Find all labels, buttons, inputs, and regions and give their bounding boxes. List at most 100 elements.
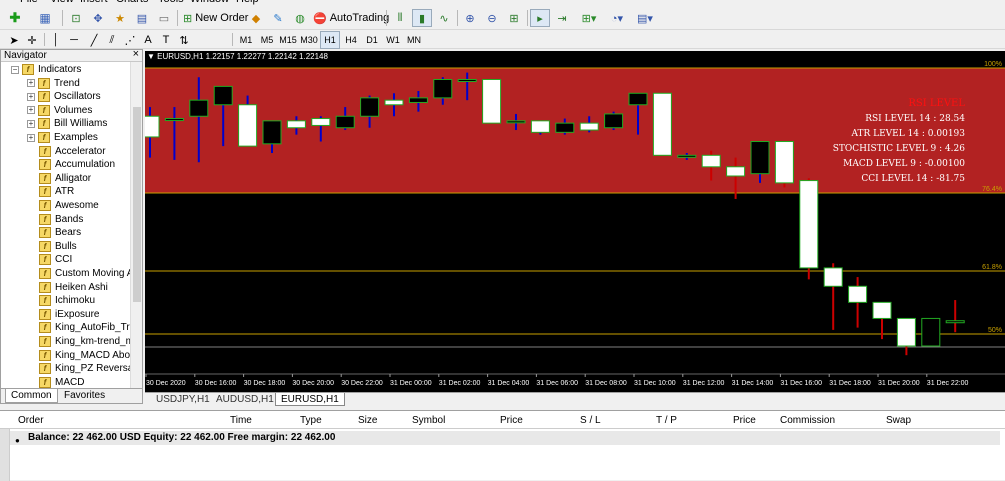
cursor-icon[interactable]: ➤ — [6, 31, 22, 49]
data-window-icon[interactable]: ✥ — [88, 9, 108, 27]
vertical-line-icon[interactable]: │ — [48, 31, 64, 49]
timeframe-d1-button[interactable]: D1 — [362, 31, 382, 49]
timeframe-h4-button[interactable]: H4 — [341, 31, 361, 49]
column-header-price[interactable]: Price — [500, 415, 523, 426]
candlesticks-icon[interactable]: ▮ — [412, 9, 432, 27]
horizontal-line-icon[interactable]: ─ — [66, 31, 82, 49]
expand-icon[interactable]: + — [27, 79, 35, 88]
chart-window[interactable]: 100% 76.4% 61.8% 50% 30 Dec 2020 30 Dec 16:00… — [145, 51, 1005, 392]
market-watch-icon[interactable]: ⊡ — [66, 9, 86, 27]
menu-window[interactable]: Window — [190, 0, 229, 5]
tree-item-bulls[interactable]: f Bulls — [39, 240, 77, 253]
new-chart-icon[interactable]: ✚ — [4, 9, 26, 27]
tree-item-alligator[interactable]: f Alligator — [39, 172, 91, 185]
menu-help[interactable]: Help — [236, 0, 259, 5]
channel-icon[interactable]: ⫽ — [104, 31, 120, 49]
tree-group-bill-williams[interactable]: + f Bill Williams — [27, 117, 107, 130]
crosshair-icon[interactable]: ✛ — [24, 31, 40, 49]
column-header-type[interactable]: Type — [300, 415, 322, 426]
expand-icon[interactable]: + — [27, 119, 35, 128]
metaeditor-icon[interactable]: ◆ — [246, 9, 266, 27]
expand-icon[interactable]: + — [27, 92, 35, 101]
column-header-time[interactable]: Time — [230, 415, 252, 426]
column-header-size[interactable]: Size — [358, 415, 377, 426]
strategy-tester-icon[interactable]: ▭ — [154, 9, 174, 27]
tree-item-bears[interactable]: f Bears — [39, 226, 81, 239]
balance-row[interactable]: ● Balance: 22 462.00 USD Equity: 22 462.… — [10, 431, 1000, 445]
timeframe-h1-button[interactable]: H1 — [320, 31, 340, 49]
column-header-order[interactable]: Order — [18, 415, 44, 426]
signals-icon[interactable]: ✎ — [268, 9, 288, 27]
expand-icon[interactable]: − — [11, 65, 19, 74]
tree-group-volumes[interactable]: + f Volumes — [27, 104, 92, 117]
menu-tools[interactable]: Tools — [158, 0, 184, 5]
tree-item-king-pz-reversal[interactable]: f King_PZ Reversal — [39, 362, 136, 375]
tree-item-king-macd-above[interactable]: f King_MACD Above — [39, 349, 141, 362]
label-icon[interactable]: T — [158, 31, 174, 49]
tree-item-macd[interactable]: f MACD — [39, 376, 84, 388]
tree-item-atr[interactable]: f ATR — [39, 185, 74, 198]
scrollbar-thumb[interactable] — [133, 107, 141, 302]
chart-tab-usdjpy-h1[interactable]: USDJPY,H1 — [151, 393, 215, 406]
timeframe-mn-button[interactable]: MN — [404, 31, 424, 49]
tree-item-bands[interactable]: f Bands — [39, 213, 83, 226]
column-header-swap[interactable]: Swap — [886, 415, 911, 426]
tree-root-indicators[interactable]: − f Indicators — [11, 63, 81, 76]
tree-item-iexposure[interactable]: f iExposure — [39, 308, 99, 321]
tree-item-awesome[interactable]: f Awesome — [39, 199, 99, 212]
menu-file[interactable]: File — [20, 0, 38, 5]
column-header-symbol[interactable]: Symbol — [412, 415, 445, 426]
menu-view[interactable]: View — [50, 0, 74, 5]
expand-icon[interactable]: + — [27, 133, 35, 142]
chart-shift-icon[interactable]: ⇥ — [552, 9, 572, 27]
terminal-icon[interactable]: ▤ — [132, 9, 152, 27]
column-header-t-p[interactable]: T / P — [656, 415, 677, 426]
column-header-price[interactable]: Price — [733, 415, 756, 426]
column-header-commission[interactable]: Commission — [780, 415, 835, 426]
chart-tab-audusd-h1[interactable]: AUDUSD,H1 — [211, 393, 279, 406]
menu-charts[interactable]: Charts — [116, 0, 148, 5]
navigator-tab-common[interactable]: Common — [5, 389, 58, 403]
profiles-icon[interactable]: ▦ — [34, 9, 56, 27]
column-header-s-l[interactable]: S / L — [580, 415, 601, 426]
new-order-button[interactable]: ⊞ New Order — [180, 9, 248, 27]
menu-insert[interactable]: Insert — [80, 0, 108, 5]
tree-item-cci[interactable]: f CCI — [39, 253, 72, 266]
tree-group-oscillators[interactable]: + f Oscillators — [27, 90, 101, 103]
indicators-dropdown-icon[interactable]: ⊞▾ — [576, 9, 602, 27]
tree-item-heiken-ashi[interactable]: f Heiken Ashi — [39, 281, 108, 294]
bar-chart-icon[interactable]: ⫴ — [390, 9, 410, 27]
tree-group-examples[interactable]: + f Examples — [27, 131, 98, 144]
tile-windows-icon[interactable]: ⊞ — [504, 9, 524, 27]
expand-icon[interactable]: + — [27, 106, 35, 115]
close-icon[interactable]: × — [133, 49, 139, 60]
fibonacci-icon[interactable]: ⋰ — [122, 31, 138, 49]
chart-menu-icon[interactable]: ▼ — [147, 52, 155, 61]
timeframe-w1-button[interactable]: W1 — [383, 31, 403, 49]
tree-item-king-autofib-tradin[interactable]: f King_AutoFib_Tradin — [39, 321, 142, 334]
text-icon[interactable]: A — [140, 31, 156, 49]
tree-item-accelerator[interactable]: f Accelerator — [39, 145, 106, 158]
autoscroll-icon[interactable]: ▸ — [530, 9, 550, 27]
trendline-icon[interactable]: ╱ — [86, 31, 102, 49]
chart-tab-eurusd-h1[interactable]: EURUSD,H1 — [275, 393, 345, 406]
timeframe-m5-button[interactable]: M5 — [257, 31, 277, 49]
tree-group-trend[interactable]: + f Trend — [27, 77, 80, 90]
tree-item-king-km-trend-m[interactable]: f King_km-trend_m — [39, 335, 134, 348]
market-icon[interactable]: ◍ — [290, 9, 310, 27]
templates-dropdown-icon[interactable]: ▤▾ — [632, 9, 658, 27]
zoom-out-icon[interactable]: ⊖ — [482, 9, 502, 27]
zoom-in-icon[interactable]: ⊕ — [460, 9, 480, 27]
tree-item-ichimoku[interactable]: f Ichimoku — [39, 294, 95, 307]
navigator-tab-favorites[interactable]: Favorites — [59, 389, 110, 403]
autotrading-button[interactable]: ⛔ AutoTrading — [310, 9, 389, 27]
tree-item-custom-moving-averages[interactable]: f Custom Moving Averages — [39, 267, 142, 280]
tree-item-accumulation[interactable]: f Accumulation — [39, 158, 115, 171]
navigator-icon[interactable]: ★ — [110, 9, 130, 27]
timeframe-m15-button[interactable]: M15 — [278, 31, 298, 49]
arrows-icon[interactable]: ⇅ — [176, 31, 192, 49]
timeframe-m30-button[interactable]: M30 — [299, 31, 319, 49]
periods-dropdown-icon[interactable]: ◔▾ — [604, 9, 630, 27]
navigator-scrollbar[interactable] — [130, 62, 142, 388]
price-chart[interactable]: 100% 76.4% 61.8% 50% 30 Dec 2020 30 Dec 16:00… — [145, 51, 1005, 392]
